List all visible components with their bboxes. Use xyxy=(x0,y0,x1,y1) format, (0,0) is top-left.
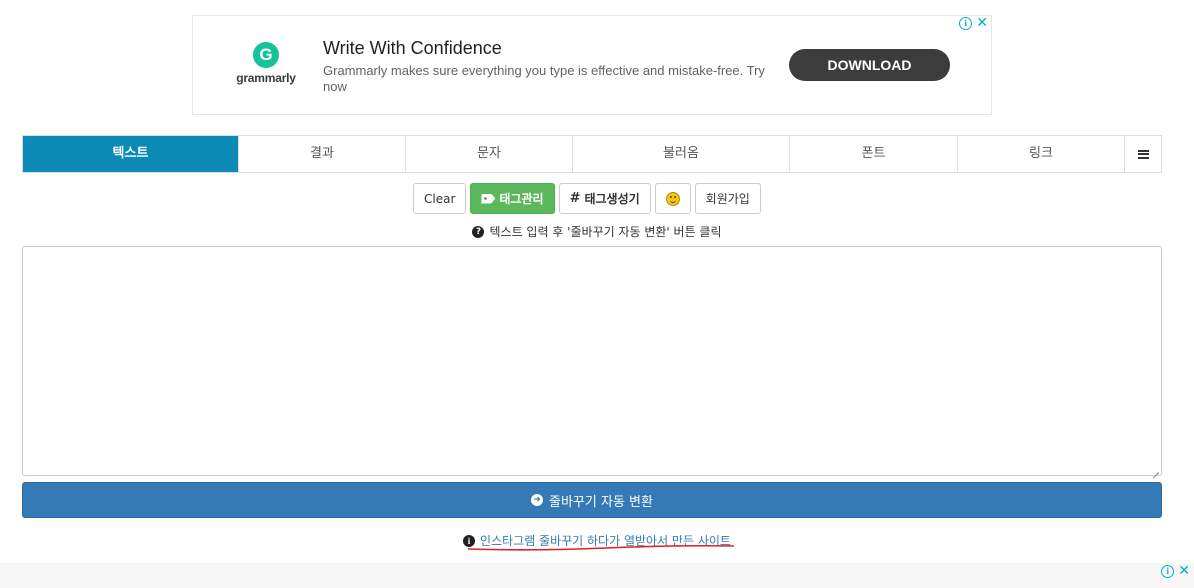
hashtag-icon: # xyxy=(569,191,581,206)
usage-hint-text: 텍스트 입력 후 '줄바꾸기 자동 변환' 버튼 클릭 xyxy=(489,225,722,239)
text-input-area[interactable] xyxy=(22,246,1162,476)
auto-convert-label: 줄바꾸기 자동 변환 xyxy=(549,494,653,510)
clear-button[interactable]: Clear xyxy=(413,183,467,214)
main-tabs: 텍스트 결과 문자 불러옴 폰트 링크 xyxy=(22,135,1162,173)
ad-close-icon-bottom[interactable]: ✕ xyxy=(1178,564,1190,578)
smiley-icon xyxy=(665,191,680,206)
tab-result[interactable]: 결과 xyxy=(239,136,406,172)
ad-choices[interactable]: i ✕ xyxy=(959,16,988,30)
ad-info-icon[interactable]: i xyxy=(959,17,973,30)
tab-link[interactable]: 링크 xyxy=(958,136,1125,172)
ad-close-icon[interactable]: ✕ xyxy=(976,16,988,30)
clear-button-label: Clear xyxy=(424,191,456,206)
signup-label: 회원가입 xyxy=(705,192,750,206)
auto-convert-button[interactable]: ➜ 줄바꾸기 자동 변환 xyxy=(22,482,1162,518)
tab-load[interactable]: 불러옴 xyxy=(573,136,790,172)
tag-manage-button[interactable]: 태그관리 xyxy=(470,183,555,214)
tag-generator-label: 태그생성기 xyxy=(584,192,640,206)
grammarly-wordmark: grammarly xyxy=(236,71,296,85)
toolbar: Clear 태그관리 # 태그생성기 회원가입 xyxy=(413,183,761,214)
ad-banner-bottom[interactable]: i ✕ xyxy=(0,563,1194,588)
ad-info-icon-bottom[interactable]: i xyxy=(1161,565,1175,578)
ad-download-button[interactable]: DOWNLOAD xyxy=(789,49,950,81)
red-underline-annotation xyxy=(467,544,735,551)
emoji-button[interactable] xyxy=(654,183,691,214)
tag-generator-button[interactable]: # 태그생성기 xyxy=(558,183,651,214)
hamburger-icon xyxy=(1137,149,1149,159)
tab-text[interactable]: 텍스트 xyxy=(23,136,239,172)
question-circle-icon: ? xyxy=(472,225,485,238)
tag-manage-label: 태그관리 xyxy=(499,192,544,206)
menu-button[interactable] xyxy=(1125,136,1161,172)
grammarly-logo[interactable]: G grammarly xyxy=(233,42,299,85)
ad-description: Grammarly makes sure everything you type… xyxy=(323,63,765,94)
signup-button[interactable]: 회원가입 xyxy=(694,183,761,214)
ad-headline[interactable]: Write With Confidence xyxy=(323,38,502,59)
arrow-circle-right-icon: ➜ xyxy=(531,494,544,506)
grammarly-icon: G xyxy=(253,42,279,68)
tags-icon xyxy=(481,193,496,204)
ad-banner-top[interactable]: G grammarly Write With Confidence Gramma… xyxy=(192,15,992,115)
resize-handle-icon[interactable] xyxy=(1150,464,1160,474)
tab-characters[interactable]: 문자 xyxy=(406,136,573,172)
usage-hint: ? 텍스트 입력 후 '줄바꾸기 자동 변환' 버튼 클릭 xyxy=(0,223,1194,240)
tab-font[interactable]: 폰트 xyxy=(790,136,958,172)
ad-choices-bottom[interactable]: i ✕ xyxy=(1161,564,1190,578)
